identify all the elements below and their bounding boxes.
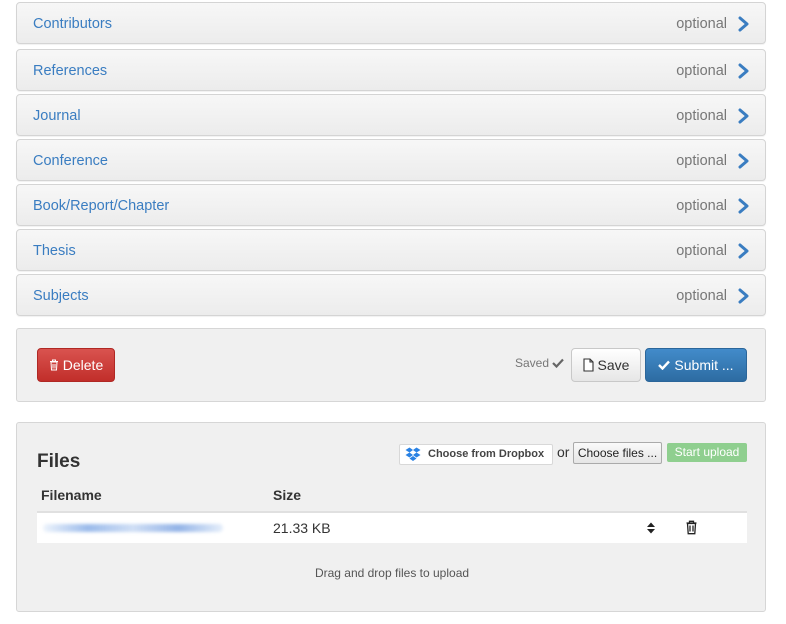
check-icon bbox=[552, 358, 565, 369]
section-status: optional bbox=[676, 108, 727, 124]
delete-button[interactable]: Delete bbox=[37, 348, 115, 382]
section-book-report-chapter[interactable]: Book/Report/Chapter optional bbox=[16, 184, 766, 226]
section-title: Subjects bbox=[33, 288, 89, 304]
section-status: optional bbox=[676, 198, 727, 214]
saved-status: Saved bbox=[515, 356, 565, 370]
drag-drop-hint: Drag and drop files to upload bbox=[314, 566, 470, 580]
chevron-right-icon bbox=[738, 198, 749, 214]
section-title: Contributors bbox=[33, 16, 112, 32]
chevron-right-icon bbox=[738, 153, 749, 169]
chevron-right-icon bbox=[738, 288, 749, 304]
section-title: References bbox=[33, 63, 108, 79]
chevron-right-icon bbox=[738, 63, 749, 79]
section-title: Conference bbox=[33, 153, 108, 169]
action-bar: Delete Saved Save Submit ... bbox=[16, 328, 766, 402]
choose-from-dropbox-button[interactable]: Choose from Dropbox bbox=[399, 444, 553, 465]
file-icon bbox=[582, 358, 594, 372]
section-status: optional bbox=[676, 288, 727, 304]
delete-label: Delete bbox=[62, 357, 104, 373]
trash-icon bbox=[49, 359, 58, 371]
table-row: 21.33 KB bbox=[37, 513, 747, 543]
check-icon bbox=[658, 360, 671, 370]
col-size-header: Size bbox=[273, 487, 302, 503]
files-title: Files bbox=[37, 451, 81, 472]
files-panel: Files Choose from Dropbox or Choose file… bbox=[16, 422, 766, 612]
section-title: Thesis bbox=[33, 243, 76, 259]
section-conference[interactable]: Conference optional bbox=[16, 139, 766, 181]
section-status: optional bbox=[676, 153, 727, 169]
submit-label: Submit ... bbox=[674, 357, 734, 373]
save-button[interactable]: Save bbox=[571, 348, 641, 382]
chevron-right-icon bbox=[738, 243, 749, 259]
saved-label: Saved bbox=[515, 356, 550, 370]
section-subjects[interactable]: Subjects optional bbox=[16, 274, 766, 316]
chevron-right-icon bbox=[738, 16, 749, 32]
section-references[interactable]: References optional bbox=[16, 49, 766, 91]
section-status: optional bbox=[676, 16, 727, 32]
filename-redacted bbox=[43, 524, 223, 532]
start-upload-button[interactable]: Start upload bbox=[667, 443, 747, 462]
file-size: 21.33 KB bbox=[273, 520, 331, 536]
chevron-right-icon bbox=[738, 108, 749, 124]
section-thesis[interactable]: Thesis optional bbox=[16, 229, 766, 271]
save-label: Save bbox=[597, 357, 630, 373]
or-label: or bbox=[557, 444, 570, 460]
submit-button[interactable]: Submit ... bbox=[645, 348, 747, 382]
sort-icon[interactable] bbox=[645, 521, 657, 535]
dropbox-icon bbox=[405, 447, 421, 461]
choose-files-button[interactable]: Choose files ... bbox=[573, 442, 662, 464]
trash-icon[interactable] bbox=[685, 520, 698, 535]
section-status: optional bbox=[676, 63, 727, 79]
section-contributors[interactable]: Contributors optional bbox=[16, 2, 766, 44]
section-status: optional bbox=[676, 243, 727, 259]
section-title: Journal bbox=[33, 108, 81, 124]
section-title: Book/Report/Chapter bbox=[33, 198, 170, 214]
section-journal[interactable]: Journal optional bbox=[16, 94, 766, 136]
col-filename-header: Filename bbox=[41, 487, 102, 503]
dropbox-label: Choose from Dropbox bbox=[428, 448, 545, 460]
